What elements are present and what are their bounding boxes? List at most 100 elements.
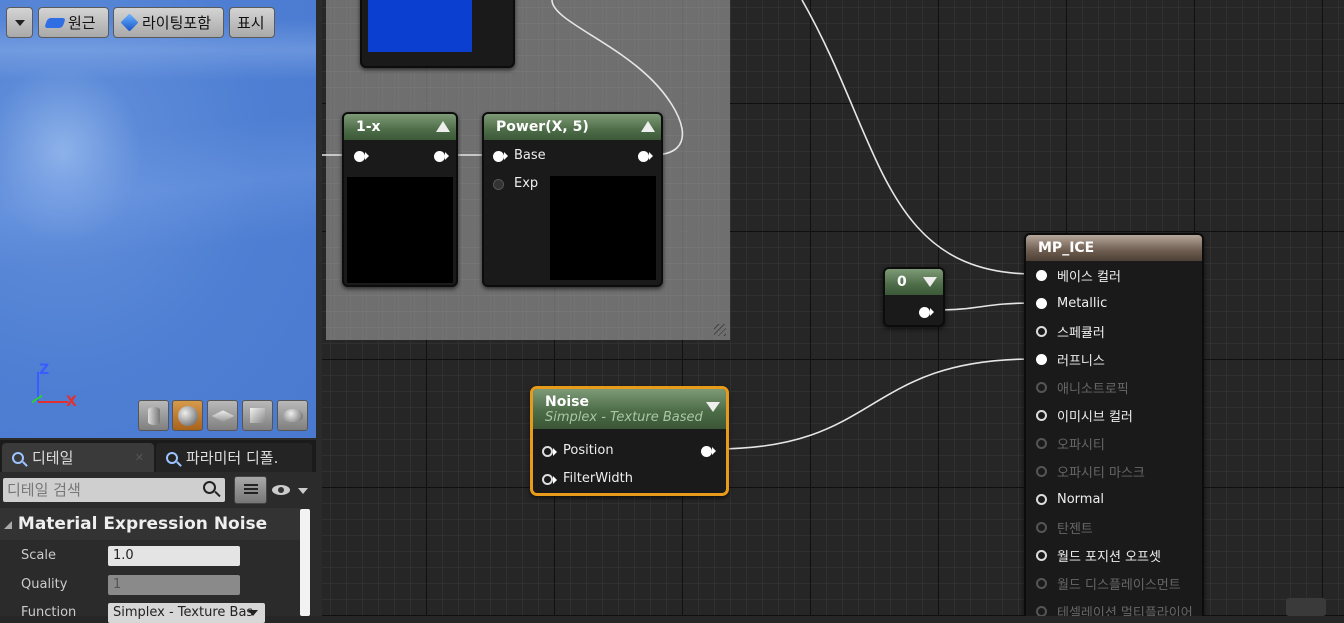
constant-node[interactable]: 0 [883,267,945,327]
material-input-row[interactable]: 월드 디스플레이스먼트 [1026,569,1202,597]
material-input-label: 베이스 컬러 [1057,269,1121,285]
material-input-pin[interactable] [1036,325,1047,337]
preview-sphere-button[interactable] [172,400,203,431]
function-dropdown[interactable]: Simplex - Texture Bas [108,603,265,623]
node-preview [347,177,453,283]
pin-arrow-icon [365,152,369,160]
perspective-button[interactable]: 원근 [38,7,109,38]
material-input-pin[interactable] [1036,549,1047,561]
x-axis-label: X [66,394,77,410]
pin-arrow-icon [649,152,653,160]
filterwidth-input-pin[interactable] [542,474,553,485]
material-input-row[interactable]: Normal [1026,485,1202,513]
visibility-filter-button[interactable] [272,480,312,500]
material-input-row[interactable]: 애니소트로픽 [1026,373,1202,401]
material-input-label: 스페큘러 [1057,325,1105,341]
constant-title: 0 [885,269,943,295]
material-input-pin[interactable] [1036,297,1047,309]
tab-parameter-defaults[interactable]: 파라미터 디폴. [156,443,312,472]
node-preview [550,176,656,280]
material-graph-canvas[interactable]: 1-x Power(X, 5) Base Exp 0 Noise Simplex… [322,0,1344,616]
color-constant-node[interactable] [360,0,515,68]
material-input-label: 탄젠트 [1057,521,1093,537]
material-input-row[interactable]: 베이스 컬러 [1026,261,1202,289]
collapse-arrow-icon [4,521,12,529]
cylinder-icon [147,406,160,425]
noise-node[interactable]: Noise Simplex - Texture Based Position F… [530,386,729,496]
material-input-pin[interactable] [1036,577,1047,589]
scale-field[interactable]: 1.0 [108,546,240,566]
preview-cylinder-button[interactable] [138,400,169,431]
material-input-row[interactable]: 탄젠트 [1026,513,1202,541]
material-input-pin[interactable] [1036,437,1047,449]
one-minus-title-text: 1-x [356,119,381,135]
tab-details[interactable]: 디테일 ✕ [2,443,154,472]
power-title: Power(X, 5) [484,114,661,140]
material-input-row[interactable]: 월드 포지션 오프셋 [1026,541,1202,569]
property-matrix-button[interactable] [234,476,267,504]
material-input-label: 이미시브 컬러 [1057,409,1133,425]
material-input-row[interactable]: 스페큘러 [1026,317,1202,345]
material-input-pin[interactable] [1036,409,1047,421]
position-input-pin[interactable] [542,446,553,457]
details-section-header[interactable]: Material Expression Noise [0,508,300,540]
material-input-label: 테셀레이션 멀티플라이어 [1057,605,1193,617]
material-input-pin[interactable] [1036,493,1047,505]
chevron-down-icon [248,610,258,616]
material-input-pin[interactable] [1036,521,1047,533]
material-input-row[interactable]: 러프니스 [1026,345,1202,373]
lighting-mode-button[interactable]: 라이팅포함 [113,7,224,38]
material-input-label: 월드 디스플레이스먼트 [1057,577,1181,593]
viewport-options-dropdown[interactable] [6,7,33,38]
close-icon[interactable]: ✕ [135,451,144,464]
chevron-down-icon[interactable] [706,402,720,412]
output-pin[interactable] [638,151,649,162]
material-title: MP_ICE [1026,235,1202,261]
material-input-row[interactable]: 테셀레이션 멀티플라이어 [1026,597,1202,616]
preview-teapot-button[interactable] [277,400,308,431]
material-input-row[interactable]: 오파시티 마스크 [1026,457,1202,485]
output-pin[interactable] [434,151,445,162]
material-input-row[interactable]: 이미시브 컬러 [1026,401,1202,429]
input-pin[interactable] [354,151,365,162]
details-section-title: Material Expression Noise [17,514,268,534]
exp-input-pin[interactable] [493,179,504,190]
tab-details-label: 디테일 [32,449,74,467]
material-result-node[interactable]: MP_ICE 베이스 컬러 Metallic 스페큘러러프니스애니소트로픽이미시브 … [1024,233,1204,616]
cube-icon [120,13,139,32]
material-input-label: 오파시티 [1057,437,1105,453]
chevron-down-icon[interactable] [923,277,937,287]
material-input-list: 베이스 컬러 Metallic 스페큘러러프니스애니소트로픽이미시브 컬러오파시티오… [1026,261,1202,616]
material-input-pin[interactable] [1036,465,1047,477]
preview-plane-button[interactable] [207,400,238,431]
show-button[interactable]: 표시 [229,7,275,38]
preview-cube-button[interactable] [242,400,273,431]
material-input-pin[interactable] [1036,269,1047,281]
constant-value: 0 [897,274,907,290]
quality-field[interactable]: 1 [108,575,240,595]
noise-subtitle: Simplex - Texture Based [545,410,703,425]
output-pin[interactable] [919,307,930,318]
power-node[interactable]: Power(X, 5) Base Exp [482,112,663,287]
noise-title: Noise Simplex - Texture Based [533,389,726,429]
material-input-label: 러프니스 [1057,353,1105,369]
lighting-mode-label: 라이팅포함 [142,14,212,32]
one-minus-node[interactable]: 1-x [342,112,458,287]
material-input-row[interactable]: 오파시티 [1026,429,1202,457]
details-scrollbar[interactable] [300,509,310,616]
output-pin[interactable] [701,446,712,457]
material-input-pin[interactable] [1036,353,1047,365]
material-input-row[interactable]: Metallic [1026,289,1202,317]
material-input-pin[interactable] [1036,605,1047,616]
search-icon [203,481,221,498]
material-preview-viewport[interactable]: 원근 라이팅포함 표시 Z X [0,0,316,438]
prop-label-function: Function [21,605,77,620]
chevron-down-icon [298,488,308,494]
z-axis-label: Z [39,362,50,378]
details-search-input[interactable]: 디테일 검색 [3,478,225,502]
base-input-pin[interactable] [493,151,504,162]
collapse-triangle-icon[interactable] [436,121,450,132]
collapse-triangle-icon[interactable] [641,121,655,132]
material-input-pin[interactable] [1036,381,1047,393]
teapot-icon [282,409,303,422]
